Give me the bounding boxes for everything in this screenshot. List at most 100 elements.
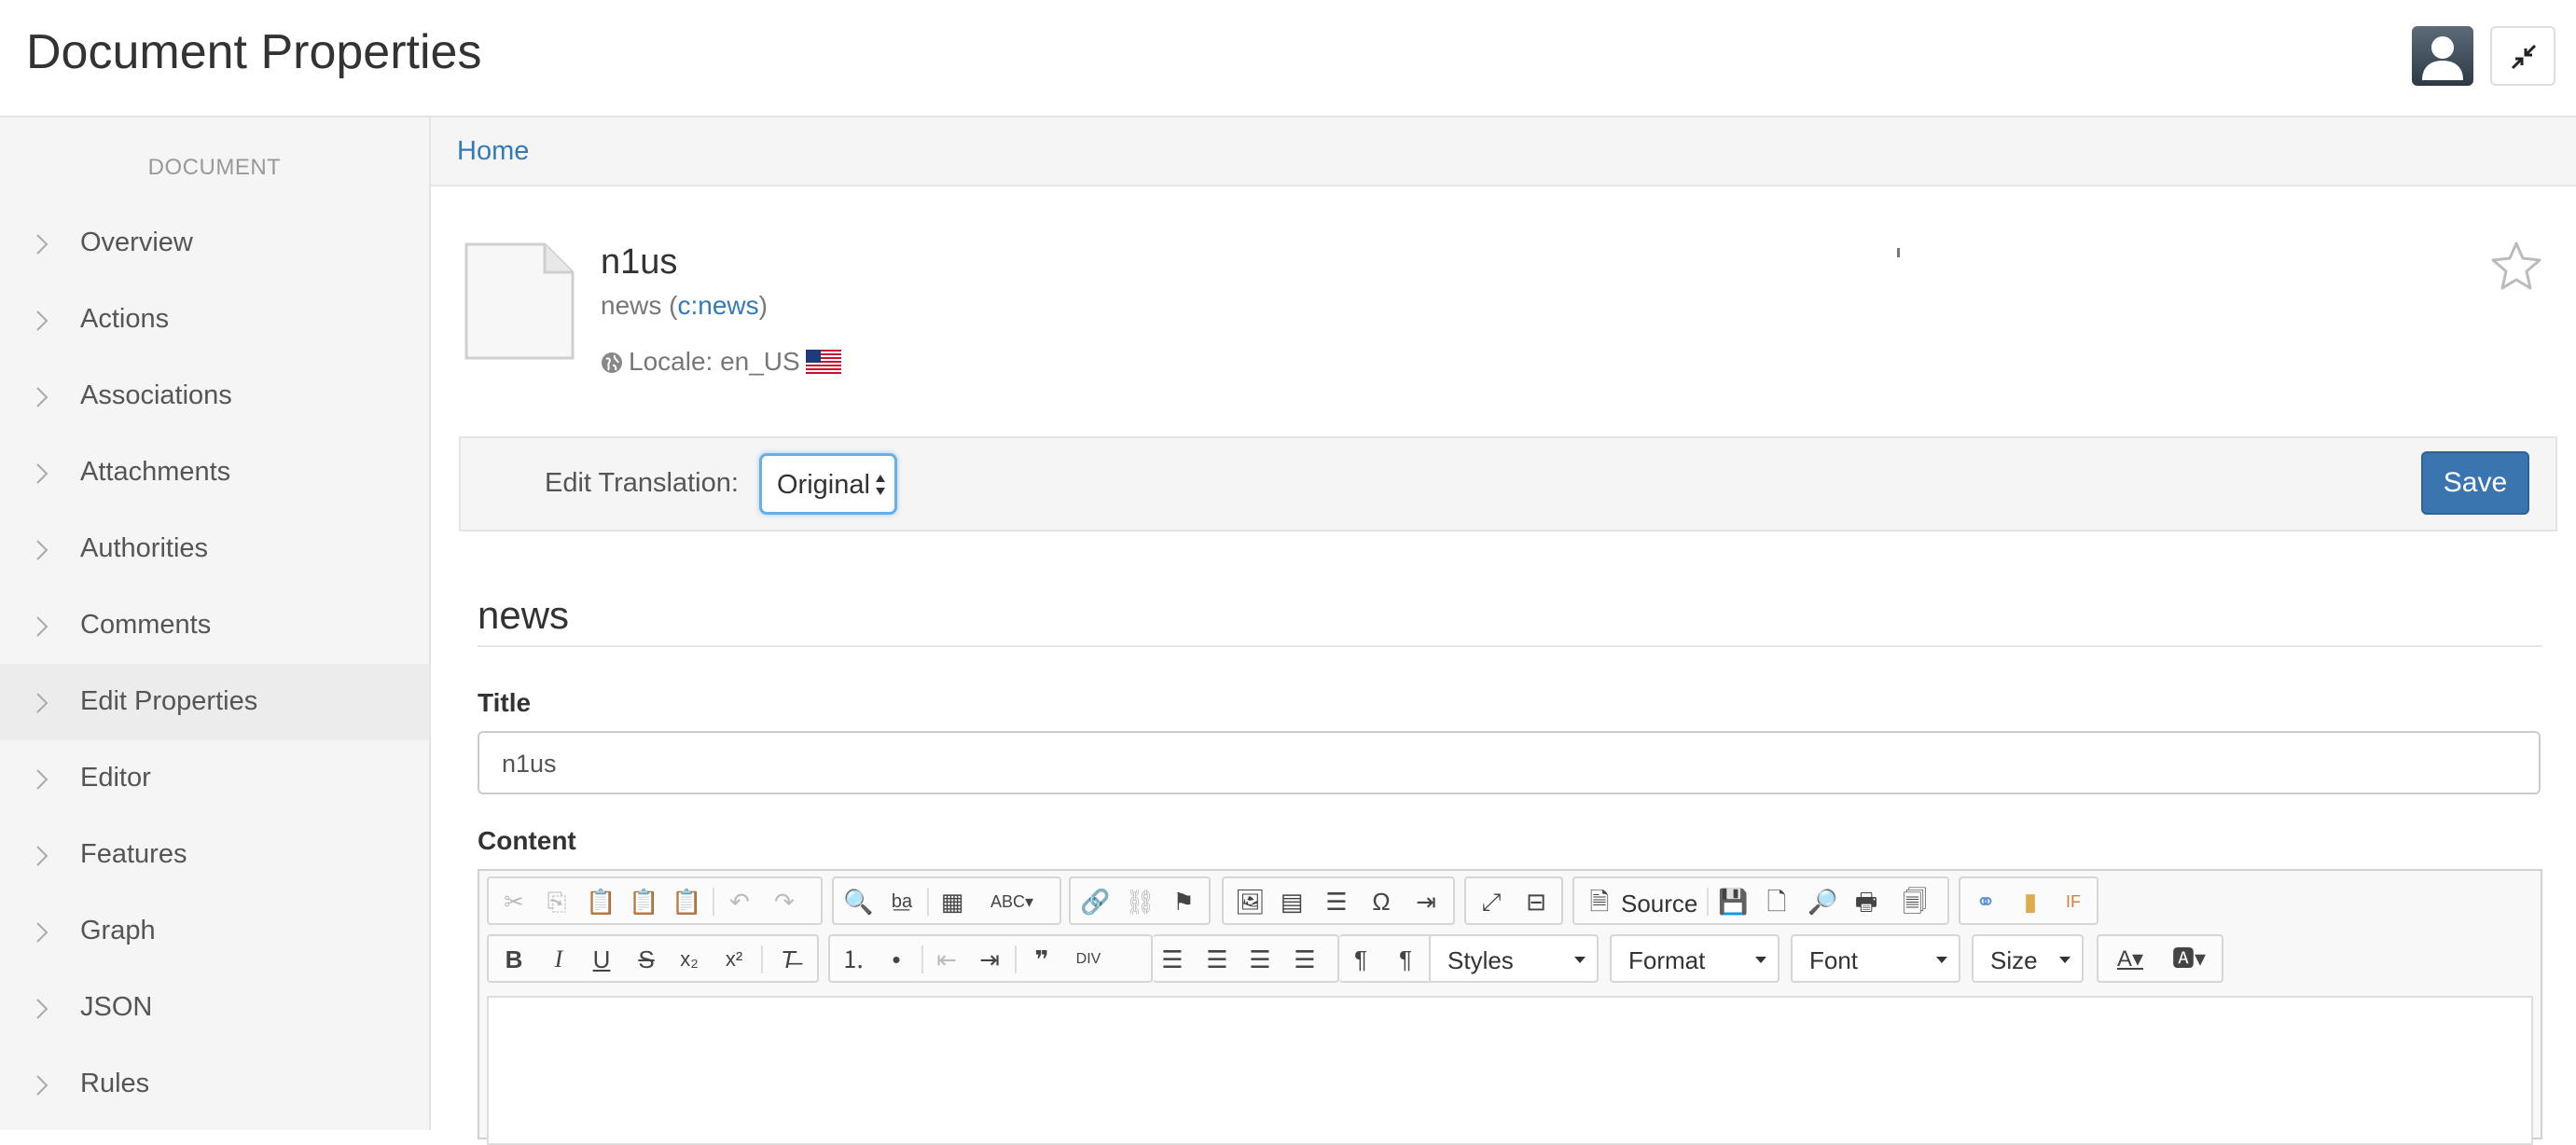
print-icon[interactable]: 🖶 bbox=[1852, 888, 1880, 916]
sidebar-item-attachments[interactable]: Attachments bbox=[0, 435, 429, 511]
rtl-icon[interactable]: ¶ bbox=[1392, 945, 1420, 973]
align-group: ☰ ☰ ☰ ☰ bbox=[1153, 934, 1339, 983]
colors-group: A▾ 🅰▾ bbox=[2097, 934, 2223, 983]
justify-icon[interactable]: ☰ bbox=[1291, 945, 1319, 973]
editor-content-area[interactable] bbox=[487, 996, 2533, 1145]
table-icon[interactable]: ▤ bbox=[1278, 888, 1306, 916]
select-all-icon[interactable]: ▦ bbox=[938, 888, 966, 916]
maximize-icon[interactable]: ⤢ bbox=[1477, 888, 1505, 916]
special-char-icon[interactable]: Ω bbox=[1367, 888, 1395, 916]
sidebar-item-label: Associations bbox=[80, 380, 232, 410]
text-color-icon[interactable]: A▾ bbox=[2110, 945, 2151, 973]
sidebar-item-edit-properties[interactable]: Edit Properties bbox=[0, 664, 429, 740]
sidebar-item-associations[interactable]: Associations bbox=[0, 358, 429, 435]
styles-combo[interactable]: Styles bbox=[1429, 934, 1599, 983]
plugin-link-icon[interactable]: ⚭ bbox=[1972, 888, 2000, 916]
locale-label: Locale: en_US bbox=[629, 347, 800, 376]
background-color-icon[interactable]: 🅰▾ bbox=[2166, 945, 2212, 973]
sidebar-item-actions[interactable]: Actions bbox=[0, 282, 429, 358]
sidebar-item-comments[interactable]: Comments bbox=[0, 587, 429, 664]
new-page-icon[interactable]: 🗋 bbox=[1763, 888, 1791, 916]
sidebar-item-label: Actions bbox=[80, 304, 170, 334]
iframe-icon[interactable]: IF bbox=[2059, 888, 2087, 916]
content-label: Content bbox=[478, 826, 576, 855]
title-input[interactable]: n1us bbox=[478, 731, 2541, 794]
undo-icon[interactable]: ↶ bbox=[726, 888, 754, 916]
sidebar-item-authorities[interactable]: Authorities bbox=[0, 511, 429, 587]
plugin-chart-icon[interactable]: ▮ bbox=[2016, 888, 2044, 916]
toolbar-separator bbox=[713, 888, 714, 916]
preview-icon[interactable]: 🔎 bbox=[1807, 888, 1837, 916]
paragraph-group: ⒈ • ⇤ ⇥ ❞ DIV bbox=[828, 934, 1153, 983]
templates-icon[interactable]: 🗐 bbox=[1901, 888, 1929, 916]
horizontal-line-icon[interactable]: ☰ bbox=[1323, 888, 1350, 916]
superscript-icon[interactable]: x² bbox=[720, 945, 748, 973]
globe-icon bbox=[602, 352, 622, 373]
user-avatar[interactable] bbox=[2412, 26, 2473, 86]
font-combo[interactable]: Font bbox=[1791, 934, 1960, 983]
sidebar-item-label: JSON bbox=[80, 992, 153, 1022]
sidebar-item-overview[interactable]: Overview bbox=[0, 205, 429, 282]
format-combo[interactable]: Format bbox=[1610, 934, 1780, 983]
sidebar-item-rules[interactable]: Rules bbox=[0, 1046, 429, 1123]
translation-select[interactable]: Original bbox=[759, 453, 897, 515]
source-button[interactable]: Source bbox=[1621, 890, 1697, 918]
indent-icon[interactable]: ⇥ bbox=[976, 945, 1004, 973]
align-right-icon[interactable]: ☰ bbox=[1246, 945, 1274, 973]
bold-icon[interactable]: B bbox=[500, 945, 528, 973]
stray-mark bbox=[1897, 248, 1900, 257]
ltr-icon[interactable]: ¶ bbox=[1347, 945, 1375, 973]
find-icon[interactable]: 🔍 bbox=[843, 888, 873, 916]
copy-icon[interactable]: ⎘ bbox=[543, 888, 571, 916]
chevron-right-icon bbox=[36, 387, 48, 407]
anchor-flag-icon[interactable]: ⚑ bbox=[1170, 888, 1198, 916]
paste-word-icon[interactable]: 📋 bbox=[672, 888, 701, 916]
sidebar-item-label: Overview bbox=[80, 228, 193, 257]
bulleted-list-icon[interactable]: • bbox=[882, 945, 910, 973]
styles-combo-label: Styles bbox=[1447, 946, 1514, 974]
page-break-icon[interactable]: ⇥ bbox=[1412, 888, 1440, 916]
document-type-prefix: news ( bbox=[601, 291, 678, 320]
document-type-link[interactable]: c:news bbox=[677, 291, 758, 320]
remove-format-icon[interactable]: T̶ bbox=[774, 945, 802, 973]
sidebar-item-graph[interactable]: Graph bbox=[0, 893, 429, 970]
outdent-icon[interactable]: ⇤ bbox=[933, 945, 961, 973]
align-center-icon[interactable]: ☰ bbox=[1203, 945, 1231, 973]
favorite-star-icon[interactable] bbox=[2490, 241, 2542, 291]
sidebar-item-features[interactable]: Features bbox=[0, 817, 429, 893]
sidebar-item-json[interactable]: JSON bbox=[0, 970, 429, 1046]
select-arrows-icon bbox=[876, 475, 885, 495]
div-container-icon[interactable]: DIV bbox=[1074, 945, 1102, 973]
save-button[interactable]: Save bbox=[2421, 451, 2529, 515]
align-left-icon[interactable]: ☰ bbox=[1158, 945, 1186, 973]
paste-icon[interactable]: 📋 bbox=[586, 888, 616, 916]
italic-icon[interactable]: I bbox=[545, 945, 573, 973]
show-blocks-icon[interactable]: ⊟ bbox=[1522, 888, 1550, 916]
clipboard-group: ✂ ⎘ 📋 📋 📋 ↶ ↷ bbox=[487, 876, 823, 925]
link-icon[interactable]: 🔗 bbox=[1080, 888, 1110, 916]
paste-text-icon[interactable]: 📋 bbox=[629, 888, 658, 916]
collapse-button[interactable] bbox=[2490, 26, 2555, 86]
title-input-value: n1us bbox=[502, 750, 557, 778]
strikethrough-icon[interactable]: S bbox=[632, 945, 660, 973]
blockquote-icon[interactable]: ❞ bbox=[1028, 945, 1056, 973]
unlink-icon[interactable]: ⛓ bbox=[1125, 888, 1156, 916]
cut-icon[interactable]: ✂ bbox=[500, 888, 528, 916]
numbered-list-icon[interactable]: ⒈ bbox=[839, 945, 867, 973]
replace-icon[interactable]: b͟a bbox=[888, 888, 916, 916]
chevron-right-icon bbox=[36, 999, 48, 1019]
size-combo[interactable]: Size bbox=[1972, 934, 2084, 983]
subscript-icon[interactable]: x₂ bbox=[675, 945, 703, 973]
link-group: 🔗 ⛓ ⚑ bbox=[1069, 876, 1211, 925]
save-doc-icon[interactable]: 💾 bbox=[1718, 888, 1748, 916]
redo-icon[interactable]: ↷ bbox=[770, 888, 798, 916]
section-divider bbox=[478, 645, 2542, 647]
spellcheck-icon[interactable]: ABC▾ bbox=[989, 888, 1035, 916]
underline-icon[interactable]: U bbox=[588, 945, 616, 973]
content-editor: ✂ ⎘ 📋 📋 📋 ↶ ↷ 🔍 b͟a ▦ ABC▾ 🔗 ⛓ ⚑ 🖼 ▤ ☰ Ω… bbox=[478, 869, 2542, 1145]
image-icon[interactable]: 🖼 bbox=[1235, 888, 1266, 916]
source-icon[interactable]: 🗎 bbox=[1586, 888, 1613, 916]
breadcrumb-home-link[interactable]: Home bbox=[457, 136, 529, 167]
document-locale: Locale: en_US bbox=[601, 347, 841, 377]
sidebar-item-editor[interactable]: Editor bbox=[0, 740, 429, 817]
